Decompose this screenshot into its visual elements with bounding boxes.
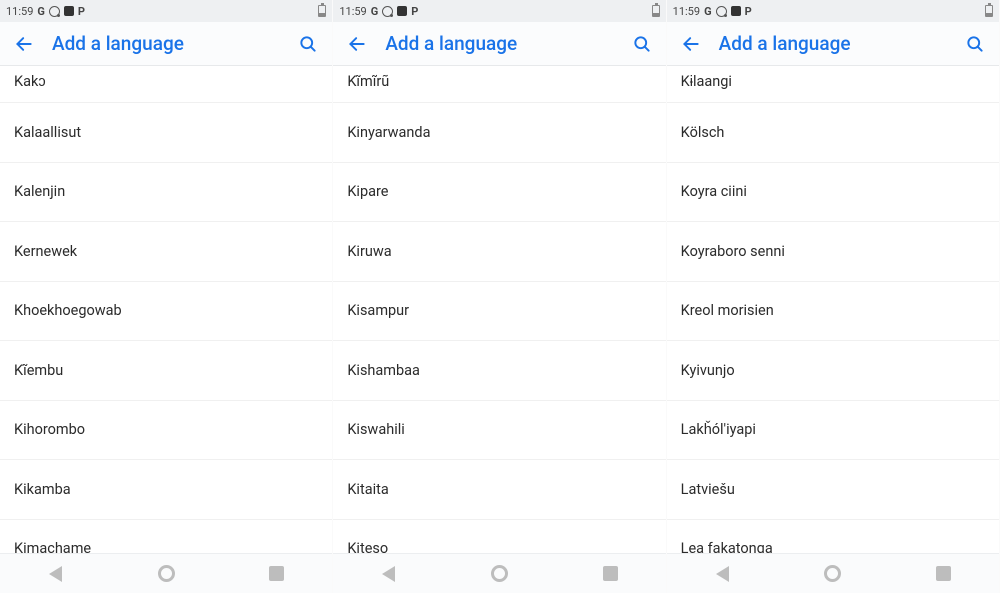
battery-icon (318, 5, 326, 17)
square-icon (397, 6, 407, 16)
square-recent-icon (603, 566, 618, 581)
p-icon: P (745, 5, 752, 18)
language-list: Kakɔ Kalaallisut Kalenjin Kernewek Khoek… (0, 66, 332, 553)
battery-icon (652, 5, 660, 17)
list-item[interactable]: Kĩembu (0, 340, 332, 400)
nav-recent-button[interactable] (590, 560, 630, 588)
list-item[interactable]: Kiteso (333, 519, 665, 554)
list-item[interactable]: Kitaita (333, 459, 665, 519)
status-time: 11:59 (673, 5, 700, 18)
arrow-left-icon (681, 34, 701, 54)
status-bar: 11:59 G P (0, 0, 332, 22)
list-item[interactable]: Kɨlaangi (667, 66, 999, 102)
language-list: Kĩmĩrũ Kinyarwanda Kipare Kiruwa Kisampu… (333, 66, 665, 553)
app-bar: Add a language (333, 22, 665, 66)
list-item[interactable]: Lakȟól'iyapi (667, 400, 999, 460)
nav-back-button[interactable] (369, 560, 409, 588)
triangle-back-icon (49, 566, 62, 582)
ring-icon (49, 6, 60, 17)
nav-recent-button[interactable] (924, 560, 964, 588)
square-icon (64, 6, 74, 16)
list-item[interactable]: Kipare (333, 162, 665, 222)
nav-bar (333, 553, 665, 593)
list-item[interactable]: Kernewek (0, 221, 332, 281)
list-item[interactable]: Kisampur (333, 281, 665, 341)
nav-home-button[interactable] (146, 560, 186, 588)
back-button[interactable] (677, 30, 705, 58)
language-list: Kɨlaangi Kölsch Koyra ciini Koyraboro se… (667, 66, 999, 553)
list-item[interactable]: Kalaallisut (0, 102, 332, 162)
ring-icon (382, 6, 393, 17)
triangle-back-icon (716, 566, 729, 582)
circle-home-icon (491, 565, 508, 582)
list-item[interactable]: Latviešu (667, 459, 999, 519)
page-title: Add a language (705, 32, 961, 55)
back-button[interactable] (10, 30, 38, 58)
list-item[interactable]: Kiruwa (333, 221, 665, 281)
circle-home-icon (824, 565, 841, 582)
nav-bar (0, 553, 332, 593)
list-item[interactable]: Kyivunjo (667, 340, 999, 400)
search-icon (632, 34, 652, 54)
nav-recent-button[interactable] (257, 560, 297, 588)
g-icon: G (37, 5, 45, 18)
triangle-back-icon (382, 566, 395, 582)
list-item[interactable]: Kalenjin (0, 162, 332, 222)
app-bar: Add a language (0, 22, 332, 66)
list-item[interactable]: Kreol morisien (667, 281, 999, 341)
list-item[interactable]: Kinyarwanda (333, 102, 665, 162)
ring-icon (716, 6, 727, 17)
list-item[interactable]: Khoekhoegowab (0, 281, 332, 341)
nav-back-button[interactable] (702, 560, 742, 588)
status-bar: 11:59 G P (333, 0, 665, 22)
nav-home-button[interactable] (479, 560, 519, 588)
arrow-left-icon (14, 34, 34, 54)
status-time: 11:59 (6, 5, 33, 18)
status-bar: 11:59 G P (667, 0, 999, 22)
list-item[interactable]: Kishambaa (333, 340, 665, 400)
square-icon (731, 6, 741, 16)
search-button[interactable] (628, 30, 656, 58)
arrow-left-icon (347, 34, 367, 54)
search-button[interactable] (294, 30, 322, 58)
battery-icon (985, 5, 993, 17)
list-item[interactable]: Kikamba (0, 459, 332, 519)
list-item[interactable]: Kölsch (667, 102, 999, 162)
list-item[interactable]: Koyra ciini (667, 162, 999, 222)
p-icon: P (78, 5, 85, 18)
square-recent-icon (936, 566, 951, 581)
phone-panel-2: 11:59 G P Add a language Kɨlaangi Kölsch… (667, 0, 1000, 593)
list-item[interactable]: Kĩmĩrũ (333, 66, 665, 102)
status-time: 11:59 (339, 5, 366, 18)
list-item[interactable]: Kiswahili (333, 400, 665, 460)
list-item[interactable]: Koyraboro senni (667, 221, 999, 281)
p-icon: P (411, 5, 418, 18)
circle-home-icon (158, 565, 175, 582)
list-item[interactable]: Kakɔ (0, 66, 332, 102)
search-icon (298, 34, 318, 54)
nav-bar (667, 553, 999, 593)
search-icon (965, 34, 985, 54)
page-title: Add a language (38, 32, 294, 55)
list-item[interactable]: Kimachame (0, 519, 332, 554)
g-icon: G (371, 5, 379, 18)
phone-panel-0: 11:59 G P Add a language Kakɔ Kalaallisu… (0, 0, 333, 593)
back-button[interactable] (343, 30, 371, 58)
page-title: Add a language (371, 32, 627, 55)
app-bar: Add a language (667, 22, 999, 66)
nav-back-button[interactable] (35, 560, 75, 588)
list-item[interactable]: Lea fakatonga (667, 519, 999, 554)
g-icon: G (704, 5, 712, 18)
list-item[interactable]: Kihorombo (0, 400, 332, 460)
search-button[interactable] (961, 30, 989, 58)
phone-panel-1: 11:59 G P Add a language Kĩmĩrũ Kinyarwa… (333, 0, 666, 593)
nav-home-button[interactable] (813, 560, 853, 588)
square-recent-icon (269, 566, 284, 581)
